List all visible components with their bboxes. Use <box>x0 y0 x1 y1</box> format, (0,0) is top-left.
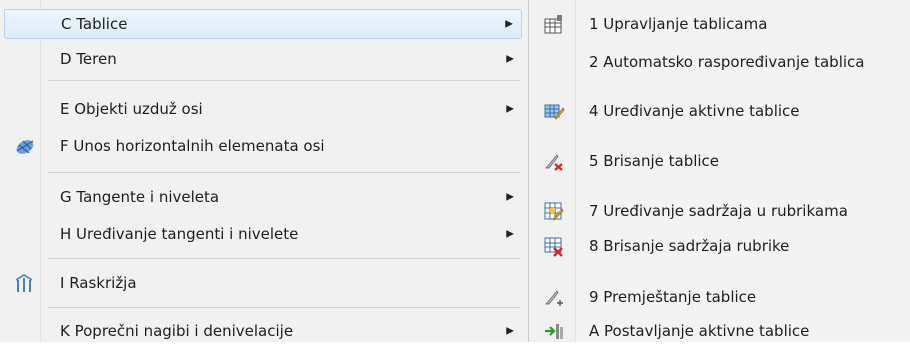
submenu-arrow-icon: ▶ <box>506 228 514 240</box>
menu-item-label: F Unos horizontalnih elemenata osi <box>60 137 325 155</box>
menu-separator <box>48 80 520 81</box>
tablice-submenu: 1 Upravljanje tablicama 2 Automatsko ras… <box>528 0 910 342</box>
edit-cells-icon <box>543 200 565 222</box>
submenu-item-automatsko-rasporedivanje[interactable]: 2 Automatsko raspoređivanje tablica <box>533 47 907 77</box>
submenu-item-label: 4 Uređivanje aktivne tablice <box>589 102 800 120</box>
menu-item-uredivanje-tangenti[interactable]: H Uređivanje tangenti i nivelete ▶ <box>4 219 522 249</box>
submenu-item-brisanje-tablice[interactable]: 5 Brisanje tablice <box>533 146 907 176</box>
submenu-arrow-icon: ▶ <box>506 53 514 65</box>
menu-item-unos-horizontalnih-elemenata[interactable]: F Unos horizontalnih elemenata osi <box>4 131 522 161</box>
submenu-item-label: 1 Upravljanje tablicama <box>589 15 768 33</box>
submenu-arrow-icon: ▶ <box>506 103 514 115</box>
menu-item-label: K Poprečni nagibi i denivelacije <box>60 322 294 340</box>
submenu-item-label: A Postavljanje aktivne tablice <box>589 322 810 340</box>
intersection-icon <box>14 272 36 294</box>
delete-cells-icon <box>543 235 565 257</box>
menu-item-tablice[interactable]: C Tablice ▶ <box>4 9 522 39</box>
menu-item-label: I Raskrižja <box>60 274 137 292</box>
submenu-item-uredivanje-aktivne-tablice[interactable]: 4 Uređivanje aktivne tablice <box>533 96 907 126</box>
submenu-item-premjestanje-tablice[interactable]: 9 Premještanje tablice <box>533 282 907 312</box>
submenu-arrow-icon: ▶ <box>506 191 514 203</box>
menu-item-objekti-uzduz-osi[interactable]: E Objekti uzduž osi ▶ <box>4 94 522 124</box>
submenu-item-brisanje-sadrzaja-rubrike[interactable]: 8 Brisanje sadržaja rubrike <box>533 231 907 261</box>
menu-separator <box>48 307 520 308</box>
submenu-item-label: 7 Uređivanje sadržaja u rubrikama <box>589 202 848 220</box>
menu-item-tangente-i-niveleta[interactable]: G Tangente i niveleta ▶ <box>4 182 522 212</box>
menu-separator <box>48 172 520 173</box>
submenu-arrow-icon: ▶ <box>506 325 514 337</box>
menu-item-label: G Tangente i niveleta <box>60 188 220 206</box>
submenu-item-label: 2 Automatsko raspoređivanje tablica <box>589 53 865 71</box>
horizontal-elements-icon <box>14 135 36 157</box>
set-active-table-icon <box>543 320 565 342</box>
menu-item-raskrizja[interactable]: I Raskrižja <box>4 268 522 298</box>
menu-item-label: C Tablice <box>61 15 128 33</box>
submenu-item-label: 9 Premještanje tablice <box>589 288 757 306</box>
table-manage-icon <box>543 13 565 35</box>
move-table-icon <box>543 286 565 308</box>
menu-separator <box>48 258 520 259</box>
edit-table-icon <box>543 100 565 122</box>
submenu-item-upravljanje-tablicama[interactable]: 1 Upravljanje tablicama <box>533 9 907 39</box>
delete-table-icon <box>543 150 565 172</box>
menu-item-label: D Teren <box>60 50 117 68</box>
menu-item-label: E Objekti uzduž osi <box>60 100 203 118</box>
submenu-item-uredivanje-sadrzaja[interactable]: 7 Uređivanje sadržaja u rubrikama <box>533 196 907 226</box>
submenu-arrow-icon: ▶ <box>505 18 513 30</box>
submenu-item-label: 5 Brisanje tablice <box>589 152 720 170</box>
menu-item-teren[interactable]: D Teren ▶ <box>4 44 522 74</box>
main-menu: C Tablice ▶ D Teren ▶ E Objekti uzduž os… <box>0 0 528 342</box>
menu-item-label: H Uređivanje tangenti i nivelete <box>60 225 299 243</box>
submenu-item-label: 8 Brisanje sadržaja rubrike <box>589 237 790 255</box>
